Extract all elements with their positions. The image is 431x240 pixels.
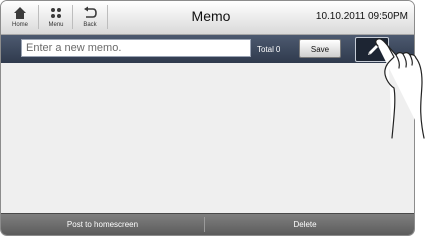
nav-divider xyxy=(72,5,73,29)
delete-button[interactable]: Delete xyxy=(205,214,405,235)
total-label: Total xyxy=(257,45,274,54)
menu-button[interactable]: Menu xyxy=(41,3,71,31)
back-label: Back xyxy=(83,22,97,28)
home-button[interactable]: Home xyxy=(5,3,35,31)
pointing-hand-illustration xyxy=(375,38,425,139)
menu-grid-icon xyxy=(51,8,61,18)
page-title: Memo xyxy=(191,8,231,24)
top-bar: Home Menu Back Memo 10.10.2011 09:50PM xyxy=(1,1,414,35)
home-icon xyxy=(14,7,26,19)
back-button[interactable]: Back xyxy=(75,3,105,31)
memo-list-area[interactable] xyxy=(1,63,414,216)
bottom-bar: Post to homescreen Delete xyxy=(1,213,414,235)
home-label: Home xyxy=(11,22,28,28)
back-arrow-icon xyxy=(84,6,97,18)
memo-screen: Home Menu Back Memo 10.10.2011 09:50PM E… xyxy=(0,0,415,236)
datetime-display: 10.10.2011 09:50PM xyxy=(315,11,408,22)
post-to-homescreen-button[interactable]: Post to homescreen xyxy=(1,214,204,235)
total-counter: Total 0 xyxy=(257,45,280,54)
nav-divider xyxy=(107,5,108,29)
nav-divider xyxy=(38,5,39,29)
memo-input[interactable] xyxy=(21,39,251,57)
menu-label: Menu xyxy=(48,22,64,28)
memo-toolbar: Total0 Save xyxy=(1,35,414,63)
total-count: 0 xyxy=(275,45,281,54)
save-button[interactable]: Save xyxy=(299,39,341,58)
